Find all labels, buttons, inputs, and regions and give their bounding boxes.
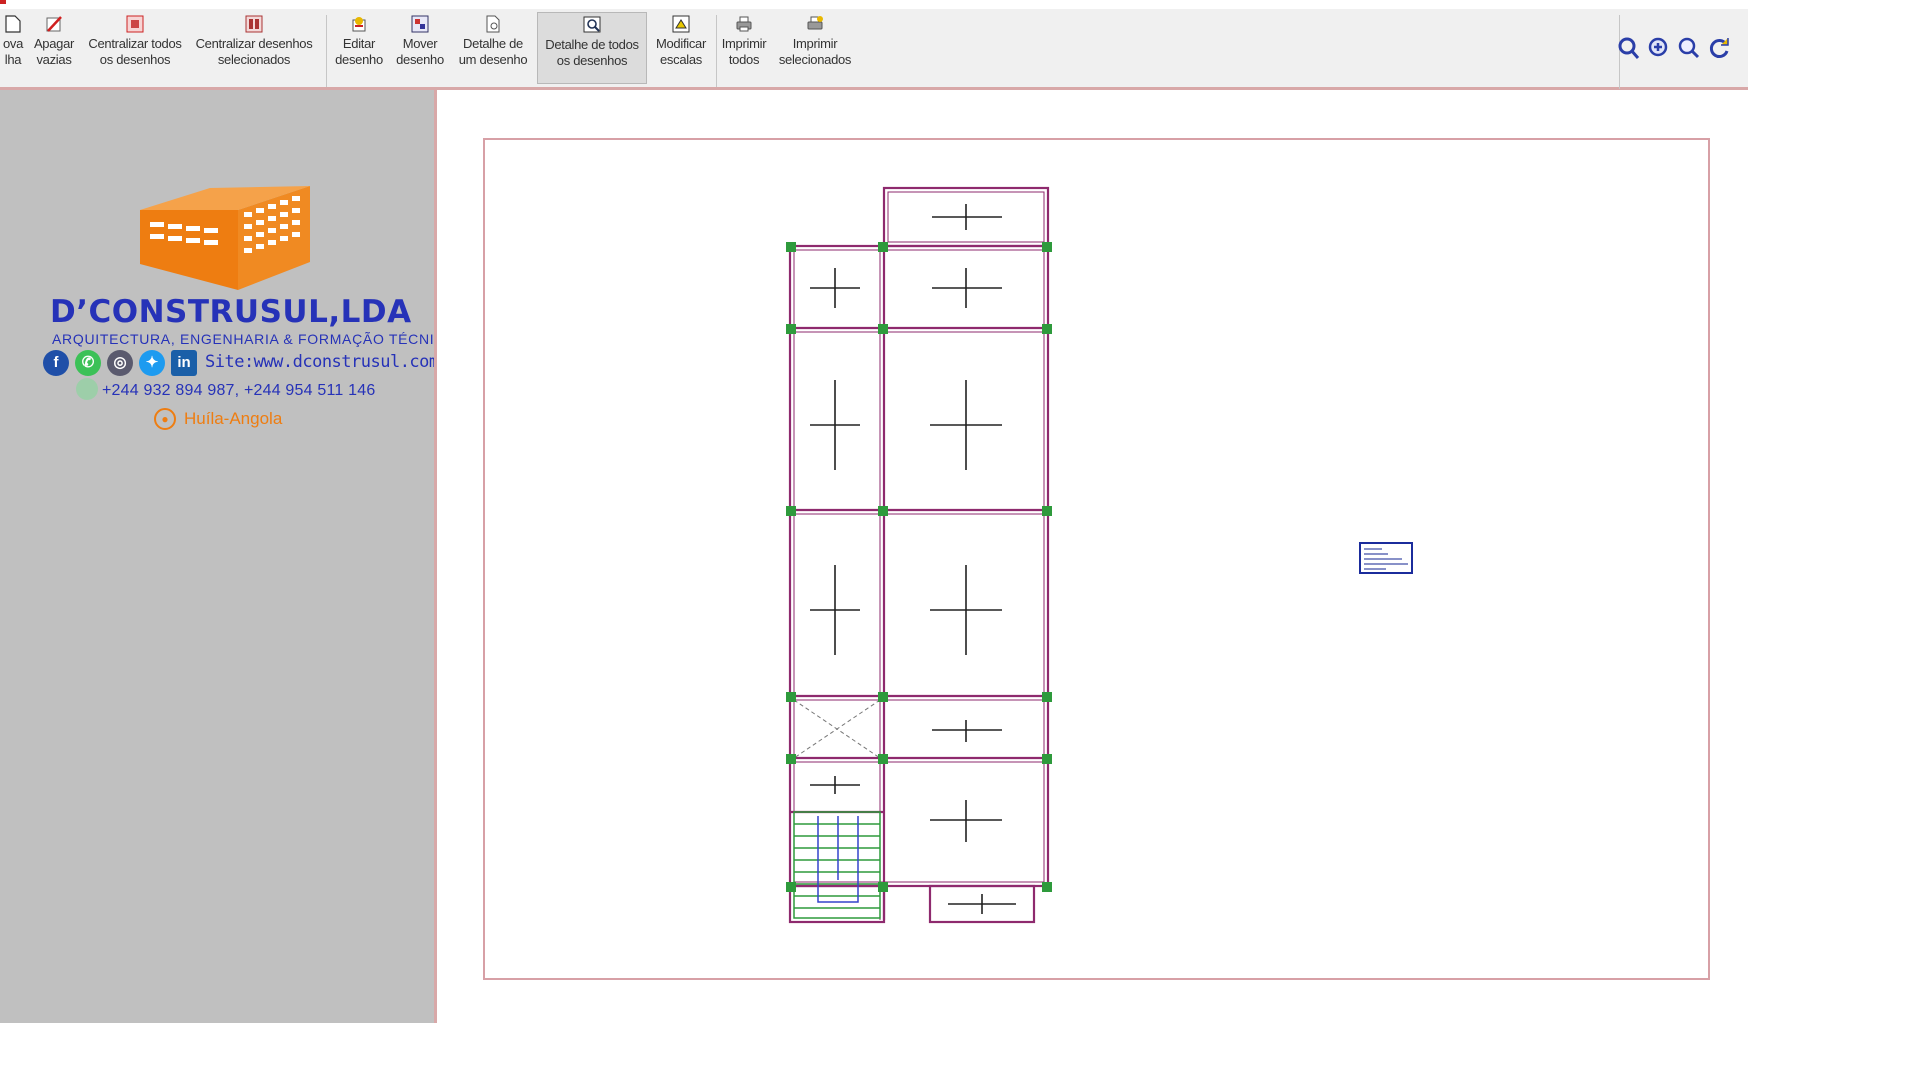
whatsapp-icon: ✆ — [75, 350, 101, 376]
center-selected-icon — [245, 15, 263, 33]
edit-drawing-button[interactable]: Editar desenho — [330, 12, 388, 84]
zoom-icon[interactable] — [1676, 35, 1702, 61]
location-pin-icon: ● — [154, 408, 176, 430]
erase-empty-button[interactable]: Apagar vazias — [28, 12, 80, 84]
print-selected-button[interactable]: Imprimir selecionados — [772, 12, 858, 84]
center-all-icon — [126, 15, 144, 33]
legend-line — [1364, 558, 1402, 560]
print-sheet[interactable] — [483, 138, 1710, 980]
zoom-tools — [1614, 31, 1734, 75]
toolbar-separator — [716, 15, 717, 87]
modify-scale-icon — [672, 15, 690, 33]
toolbar-separator — [326, 15, 327, 87]
app-icon — [0, 0, 6, 4]
center-selected-button[interactable]: Centralizar desenhos selecionados — [190, 12, 318, 84]
detail-one-button[interactable]: Detalhe de um desenho — [452, 12, 534, 84]
move-drawing-icon — [411, 15, 429, 33]
toolbar: ova lha Apagar vazias Centralizar todos … — [0, 9, 1748, 90]
new-sheet-button[interactable]: ova lha — [0, 12, 26, 84]
legend-line — [1364, 568, 1386, 570]
print-selected-icon — [807, 16, 823, 30]
facebook-icon: f — [43, 350, 69, 376]
legend-line — [1364, 553, 1388, 555]
logo-company-name: D’CONSTRUSUL,LDA — [50, 294, 412, 330]
structural-plan-drawing[interactable] — [780, 180, 1080, 940]
zoom-window-icon[interactable] — [1616, 35, 1642, 61]
logo-location: Huíla-Angola — [184, 409, 283, 428]
detail-all-button[interactable]: Detalhe de todos os desenhos — [537, 12, 647, 84]
phone-icon — [76, 378, 98, 400]
legend-line — [1364, 563, 1408, 565]
linkedin-icon: in — [171, 350, 197, 376]
detail-one-icon — [486, 15, 500, 33]
twitter-icon: ✦ — [139, 350, 165, 376]
title-bar — [0, 0, 1748, 9]
instagram-icon: ◎ — [107, 350, 133, 376]
zoom-all-icon[interactable] — [1646, 35, 1672, 61]
legend-line — [1364, 548, 1382, 550]
logo-website: Site:www.dconstrusul.com — [205, 352, 439, 372]
modify-scale-button[interactable]: Modificar escalas — [650, 12, 712, 84]
erase-icon — [46, 16, 62, 32]
print-all-icon — [736, 16, 752, 32]
move-drawing-button[interactable]: Mover desenho — [392, 12, 448, 84]
drawing-legend-box[interactable] — [1359, 542, 1413, 574]
center-all-button[interactable]: Centralizar todos os desenhos — [82, 12, 188, 84]
print-all-button[interactable]: Imprimir todos — [718, 12, 770, 84]
logo-tagline: ARQUITECTURA, ENGENHARIA & FORMAÇÃO TÉCN… — [52, 331, 456, 347]
building-logo — [140, 186, 310, 290]
edit-drawing-icon — [352, 17, 366, 32]
refresh-icon[interactable] — [1706, 35, 1732, 61]
new-sheet-icon — [5, 15, 21, 33]
detail-all-icon — [583, 16, 601, 33]
logo-phone: +244 932 894 987, +244 954 511 146 — [102, 382, 376, 399]
